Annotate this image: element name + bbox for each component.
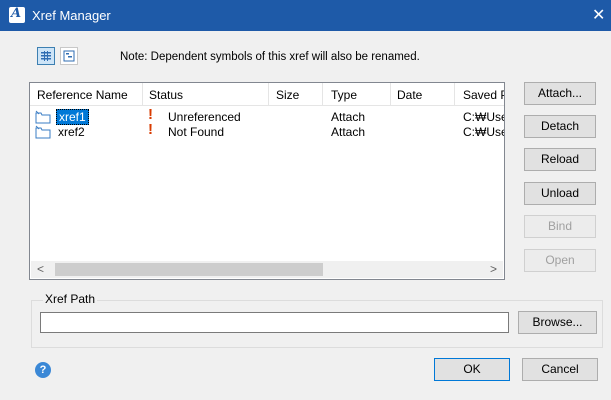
table-row[interactable]: xref1 ! Unreferenced Attach C:₩Use [30,106,505,125]
browse-button[interactable]: Browse... [518,311,597,334]
status-text: Unreferenced [168,110,241,124]
help-icon[interactable]: ? [35,362,51,378]
xref-path-field[interactable] [40,312,509,333]
warning-icon: ! [148,121,153,138]
scroll-left-icon[interactable]: < [37,262,44,276]
detach-button[interactable]: Detach [524,115,596,138]
close-icon[interactable]: ✕ [592,5,605,25]
xref-path-label: Xref Path [43,292,98,306]
column-size[interactable]: Size [276,88,299,102]
xref-list[interactable]: Reference Name Status Size Type Date Sav… [29,82,505,280]
scroll-thumb[interactable] [55,263,323,276]
scroll-right-icon[interactable]: > [490,262,497,276]
column-reference-name[interactable]: Reference Name [37,88,128,102]
saved-path-text: C:₩Use [463,125,505,139]
tree-view-icon[interactable] [60,47,78,65]
status-text: Not Found [168,125,225,139]
bind-button[interactable]: Bind [524,215,596,238]
xref-manager-dialog: A Xref Manager ✕ Note: Dependent symbols… [0,0,611,400]
reference-name[interactable]: xref2 [58,125,85,139]
list-view-icon[interactable] [37,47,55,65]
attach-button[interactable]: Attach... [524,82,596,105]
warning-icon: ! [148,106,153,123]
rename-note: Note: Dependent symbols of this xref wil… [120,51,420,63]
saved-path-text: C:₩Use [463,110,505,124]
title-bar: A Xref Manager ✕ [0,0,611,31]
column-date[interactable]: Date [397,88,422,102]
column-saved-path[interactable]: Saved P [463,88,504,102]
reference-name[interactable]: xref1 [56,109,89,125]
app-icon: A [9,6,25,23]
open-button[interactable]: Open [524,249,596,272]
column-type[interactable]: Type [331,88,357,102]
type-text: Attach [331,125,366,139]
ok-button[interactable]: OK [434,358,510,381]
unload-button[interactable]: Unload [524,182,596,205]
reload-button[interactable]: Reload [524,148,596,171]
horizontal-scrollbar[interactable]: < > [31,261,503,278]
xref-file-icon [35,110,51,124]
xref-file-icon [35,125,51,139]
column-status[interactable]: Status [149,88,183,102]
table-row[interactable]: xref2 ! Not Found Attach C:₩Use [30,121,505,139]
cancel-button[interactable]: Cancel [522,358,598,381]
type-text: Attach [331,110,366,124]
window-title: Xref Manager [32,8,111,23]
list-header: Reference Name Status Size Type Date Sav… [30,83,504,106]
